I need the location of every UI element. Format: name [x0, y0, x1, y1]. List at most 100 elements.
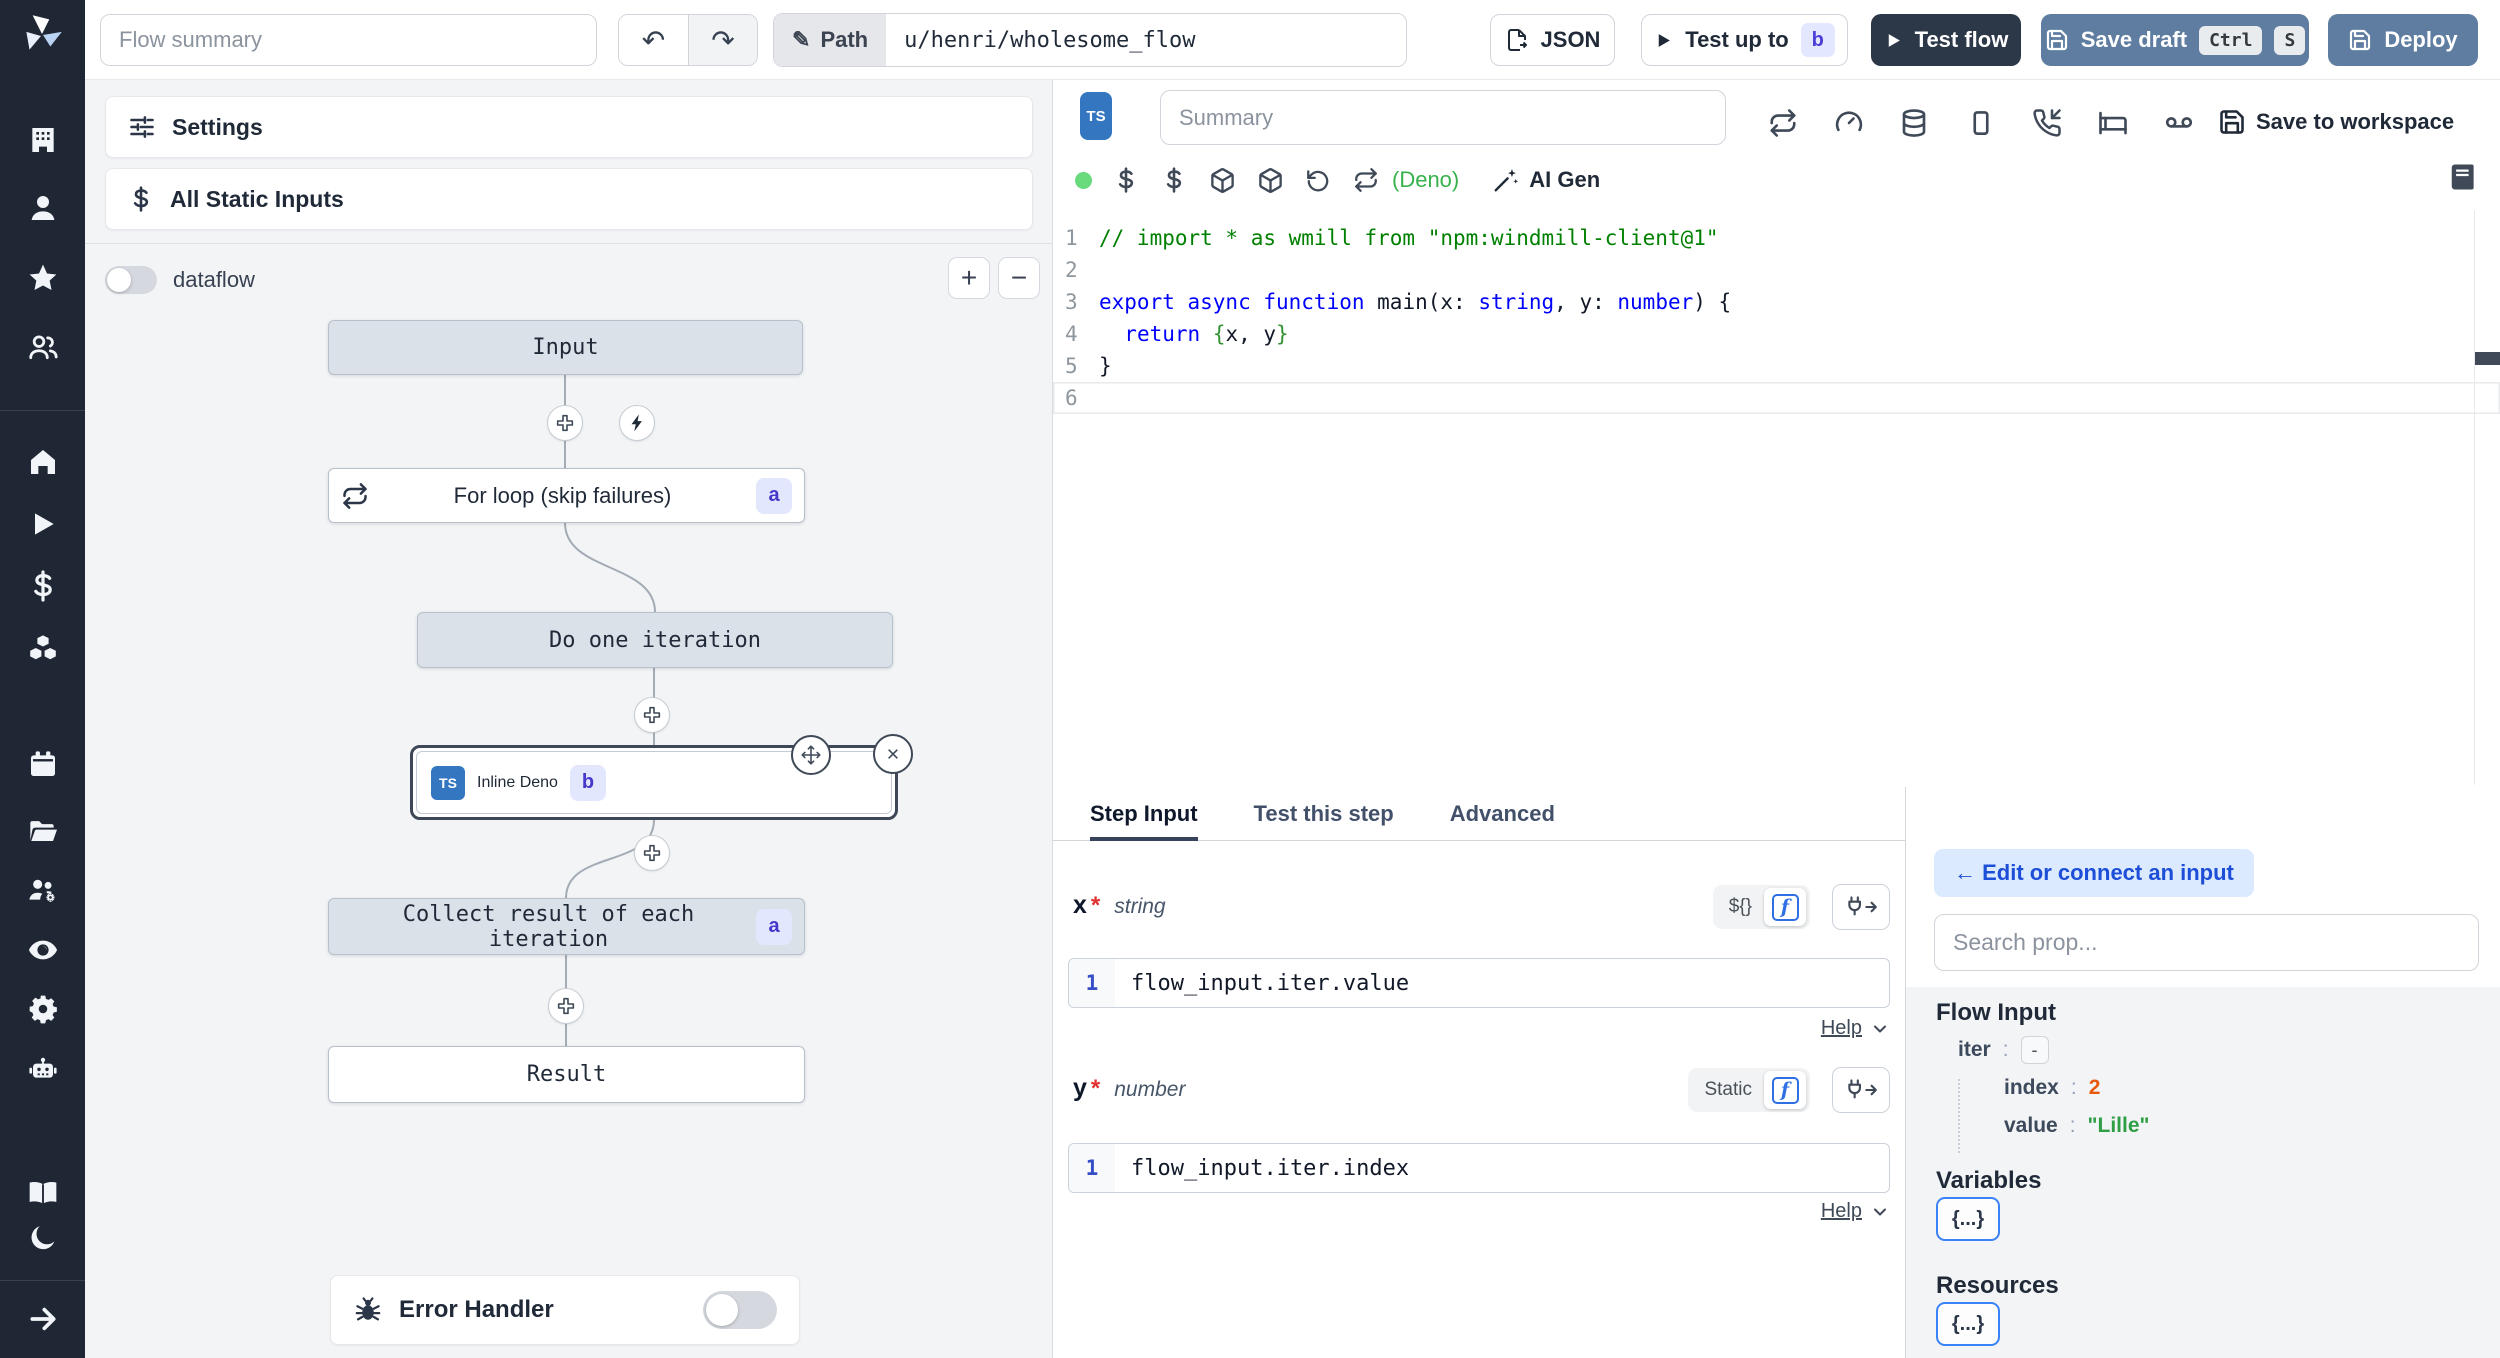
- save-draft-button[interactable]: Save draft Ctrl S: [2041, 14, 2309, 66]
- mode-expression-button[interactable]: f: [1764, 888, 1806, 926]
- field-x-expression[interactable]: 1 flow_input.iter.value: [1068, 958, 1890, 1008]
- dollar-icon[interactable]: [1160, 166, 1188, 194]
- code-line[interactable]: 6: [1053, 382, 2500, 414]
- path-input[interactable]: [886, 14, 1407, 66]
- redo-button[interactable]: ↷: [688, 15, 757, 65]
- node-input[interactable]: Input: [328, 320, 803, 375]
- user-icon[interactable]: [25, 190, 61, 226]
- package-icon[interactable]: [1256, 166, 1284, 194]
- flow-input-tree-row[interactable]: value: "Lille": [1982, 1107, 2149, 1145]
- database-icon[interactable]: [1899, 108, 1931, 140]
- mode-static-option[interactable]: Static: [1692, 1079, 1764, 1101]
- right-side: TS Save to workspace (Deno): [1053, 80, 2500, 1358]
- dollar-icon[interactable]: [25, 568, 61, 604]
- add-step-button[interactable]: [634, 835, 670, 871]
- rotate-ccw-icon[interactable]: [1304, 166, 1332, 194]
- refresh-icon[interactable]: [1352, 166, 1380, 194]
- step-summary-input[interactable]: [1160, 90, 1726, 145]
- package-icon[interactable]: [1208, 166, 1236, 194]
- edit-or-connect-button[interactable]: ← Edit or connect an input: [1934, 849, 2254, 897]
- tab-advanced[interactable]: Advanced: [1450, 787, 1555, 841]
- code-editor[interactable]: 1// import * as wmill from "npm:windmill…: [1053, 210, 2500, 785]
- code-line[interactable]: 4 return {x, y}: [1053, 318, 2500, 350]
- node-do-one-iteration[interactable]: Do one iteration: [417, 612, 893, 668]
- error-handler-card[interactable]: Error Handler: [330, 1275, 800, 1345]
- flow-input-tree-row[interactable]: index:2: [1982, 1069, 2149, 1107]
- home-icon[interactable]: [25, 444, 61, 480]
- node-result[interactable]: Result: [328, 1046, 805, 1103]
- smartphone-icon[interactable]: [1966, 108, 1998, 140]
- field-y-help-link[interactable]: Help: [1821, 1200, 1890, 1223]
- gauge-icon[interactable]: [1834, 108, 1866, 140]
- field-y-connect-button[interactable]: [1832, 1067, 1890, 1113]
- field-y-mode-toggle: Static f: [1688, 1068, 1810, 1112]
- add-step-button[interactable]: [634, 697, 670, 733]
- calendar-icon[interactable]: [25, 746, 61, 782]
- book-open-icon[interactable]: [25, 1174, 61, 1210]
- trigger-lightning-button[interactable]: [619, 405, 655, 441]
- building-icon[interactable]: [25, 122, 61, 158]
- field-y-expression[interactable]: 1 flow_input.iter.index: [1068, 1143, 1890, 1193]
- deploy-button[interactable]: Deploy: [2328, 14, 2478, 66]
- phone-incoming-icon[interactable]: [2032, 108, 2064, 140]
- path-button[interactable]: ✎ Path: [774, 14, 887, 66]
- voicemail-icon[interactable]: [2164, 108, 2196, 140]
- windmill-logo-icon[interactable]: [17, 10, 67, 60]
- robot-icon[interactable]: [25, 1051, 61, 1087]
- field-y-label: y * number: [1073, 1074, 1186, 1102]
- bed-icon[interactable]: [2098, 108, 2130, 140]
- mode-template-option[interactable]: ${}: [1717, 896, 1764, 918]
- star-icon[interactable]: [25, 260, 61, 296]
- ai-gen-button[interactable]: AI Gen: [1493, 167, 1600, 193]
- editor-scrollbar-thumb[interactable]: [2475, 352, 2500, 365]
- moon-icon[interactable]: [25, 1220, 61, 1256]
- error-handler-label: Error Handler: [399, 1296, 554, 1323]
- dollar-icon[interactable]: [1112, 166, 1140, 194]
- variables-expand-button[interactable]: {...}: [1936, 1197, 2000, 1241]
- undo-button[interactable]: ↶: [619, 15, 688, 65]
- boxes-icon[interactable]: [25, 630, 61, 666]
- code-line[interactable]: 5}: [1053, 350, 2500, 382]
- node-inline-deno-label: Inline Deno: [477, 773, 558, 791]
- kbd-ctrl: Ctrl: [2199, 25, 2263, 55]
- flow-input-tree-row[interactable]: iter: -: [1936, 1031, 2149, 1069]
- repeat-icon[interactable]: [1768, 108, 1800, 140]
- book-icon[interactable]: [2448, 162, 2478, 192]
- test-up-to-button[interactable]: Test up to b: [1641, 14, 1848, 66]
- tab-test-this-step[interactable]: Test this step: [1254, 787, 1394, 841]
- gear-icon[interactable]: [25, 991, 61, 1027]
- flow-summary-input[interactable]: [100, 14, 597, 66]
- node-inline-deno-selected[interactable]: TS Inline Deno b: [410, 734, 913, 820]
- node-collect-result[interactable]: Collect result of each iteration a: [328, 898, 805, 955]
- kbd-s: S: [2274, 25, 2306, 55]
- search-prop-input[interactable]: [1934, 914, 2479, 971]
- play-icon[interactable]: [25, 506, 61, 542]
- line-number: 1: [1069, 959, 1115, 1007]
- add-step-button[interactable]: [547, 405, 583, 441]
- test-flow-button[interactable]: Test flow: [1871, 14, 2021, 66]
- field-x-connect-button[interactable]: [1832, 884, 1890, 930]
- error-handler-toggle[interactable]: [703, 1291, 777, 1329]
- arrow-right-icon[interactable]: [25, 1301, 61, 1337]
- users-gear-icon[interactable]: [25, 873, 61, 909]
- tab-step-input[interactable]: Step Input: [1090, 787, 1198, 841]
- code-line[interactable]: 3 export async function main(x: string, y…: [1053, 286, 2500, 318]
- users-icon[interactable]: [25, 329, 61, 365]
- save-to-workspace-button[interactable]: Save to workspace: [2218, 108, 2454, 136]
- folder-open-icon[interactable]: [25, 813, 61, 849]
- eye-icon[interactable]: [25, 932, 61, 968]
- move-step-handle[interactable]: [791, 735, 831, 775]
- collapse-button[interactable]: -: [2020, 1036, 2049, 1064]
- field-x-help-link[interactable]: Help: [1821, 1017, 1890, 1040]
- mode-expression-button[interactable]: f: [1764, 1071, 1806, 1109]
- delete-step-button[interactable]: [873, 734, 913, 774]
- node-forloop[interactable]: For loop (skip failures) a: [328, 468, 805, 523]
- node-collect-result-badge: a: [756, 908, 792, 945]
- resources-expand-button[interactable]: {...}: [1936, 1302, 2000, 1346]
- code-line[interactable]: 2: [1053, 254, 2500, 286]
- save-icon: [2218, 108, 2246, 136]
- json-button[interactable]: JSON: [1490, 14, 1615, 66]
- code-line[interactable]: 1// import * as wmill from "npm:windmill…: [1053, 222, 2500, 254]
- flow-input-title: Flow Input: [1936, 999, 2056, 1026]
- add-step-button[interactable]: [548, 988, 584, 1024]
